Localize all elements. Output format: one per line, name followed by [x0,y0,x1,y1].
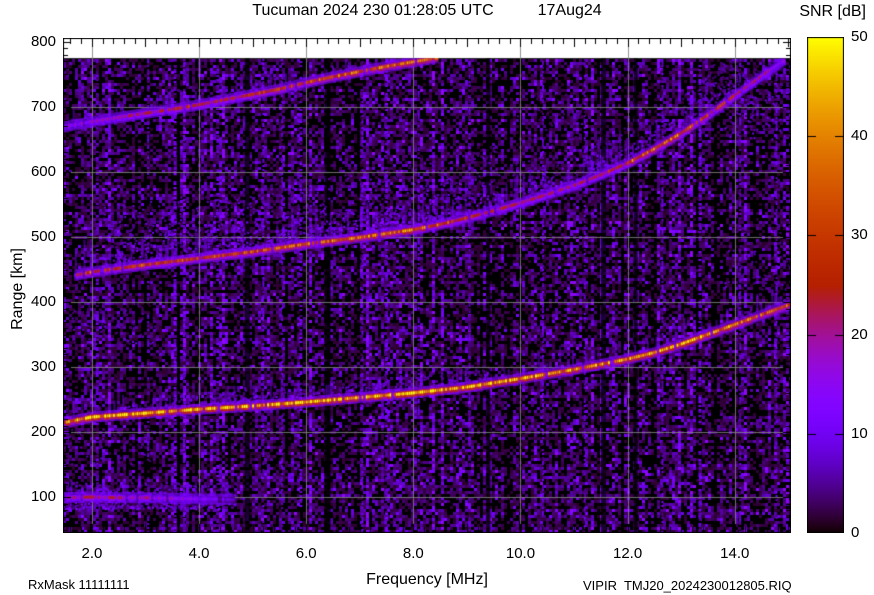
colorbar-tick-label: 40 [851,127,868,145]
station-timestamp: Tucuman 2024 230 01:28:05 UTC [252,2,494,19]
x-tick-label: 10.0 [505,545,536,562]
date-label: 17Aug24 [537,2,602,19]
colorbar-canvas [807,37,844,533]
ionogram-heatmap-canvas [63,38,791,533]
x-tick-label: 14.0 [720,545,750,562]
x-tick-label: 2.0 [81,545,103,562]
y-tick-label: 400 [30,293,56,311]
plot-title: Tucuman 2024 230 01:28:05 UTC 17Aug24 [63,2,791,20]
y-tick-label: 100 [30,488,56,506]
colorbar-title: SNR [dB] [799,3,866,20]
y-tick-label: 300 [30,358,56,376]
colorbar-tick-label: 50 [851,28,868,45]
x-tick-label: 12.0 [613,545,643,562]
y-axis-label: Range [km] [9,248,26,330]
y-tick-label: 600 [30,162,56,180]
y-tick-label: 800 [30,32,56,50]
y-tick-label: 500 [30,228,56,246]
y-tick-label: 700 [30,97,56,115]
colorbar-tick-label: 30 [851,226,868,244]
colorbar-tick-label: 0 [851,524,860,541]
data-file-label: VIPIR TMJ20_2024230012805.RIQ [583,578,792,593]
x-tick-label: 4.0 [188,545,210,562]
x-tick-label: 6.0 [295,545,317,562]
ionogram-page: Tucuman 2024 230 01:28:05 UTC 17Aug24 SNR… [0,0,874,595]
y-tick-label: 200 [30,423,56,441]
x-tick-label: 8.0 [402,545,424,562]
colorbar-tick-label: 20 [851,325,868,343]
rx-mask-label: RxMask 11111111 [28,577,130,592]
colorbar-tick-label: 10 [851,424,868,442]
